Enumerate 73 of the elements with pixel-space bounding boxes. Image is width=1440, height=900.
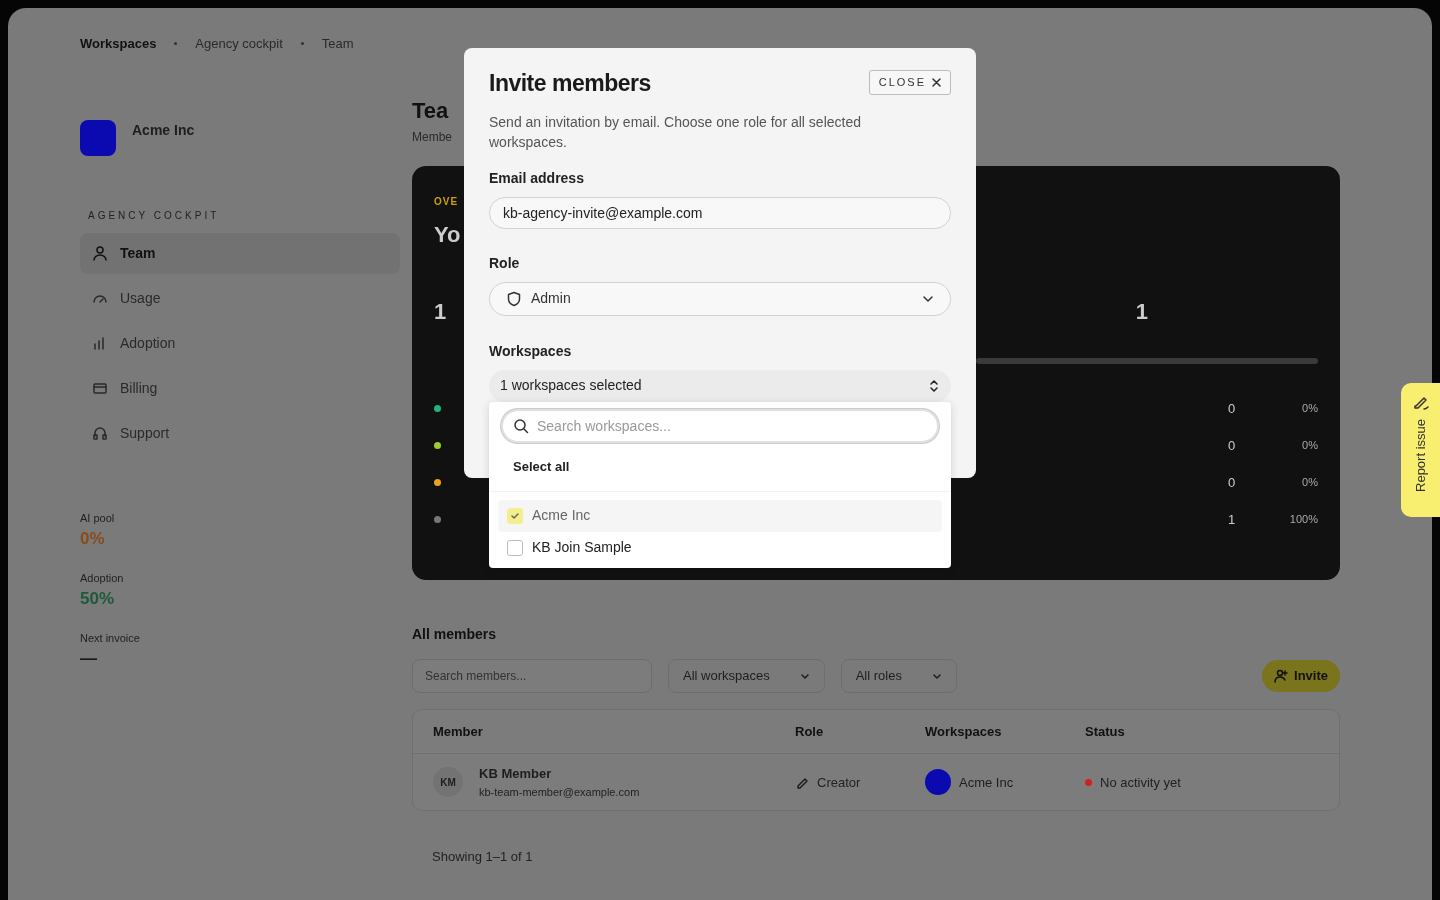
filter-dropdown[interactable]: All roles — [840, 658, 957, 693]
row-share: 100% — [1288, 512, 1318, 528]
column-header: Member — [433, 722, 484, 741]
column-header: Workspaces — [925, 722, 1003, 741]
sidebar-item[interactable]: Support — [80, 412, 400, 454]
workspace-select[interactable]: 1 workspaces selected — [489, 369, 951, 402]
email-field[interactable]: kb-agency-invite@example.com — [489, 196, 951, 229]
modal-description: Send an invitation by email. Choose one role for all selected workspaces. — [489, 112, 862, 152]
search-field[interactable]: Search members... — [412, 658, 652, 693]
card-icon — [92, 380, 108, 396]
sidebar-item[interactable]: Billing — [80, 367, 400, 409]
sort-icon — [928, 378, 940, 393]
stat-number: 1 — [1135, 297, 1148, 326]
page-subtitle: Membe — [412, 128, 452, 146]
check-icon — [510, 510, 520, 521]
org-name: Acme Inc — [132, 121, 195, 140]
page-title: Tea — [412, 97, 449, 124]
stat-label: AI pool — [80, 510, 116, 526]
filter-dropdown[interactable]: All workspaces — [668, 658, 825, 693]
workspace-name: Acme Inc — [959, 773, 1014, 792]
member-avatar: KM — [433, 767, 463, 798]
invite-button[interactable]: Invite — [1262, 660, 1340, 692]
org-avatar — [80, 119, 116, 156]
stat-value: 50% — [80, 588, 115, 610]
checkbox[interactable] — [507, 539, 523, 556]
sidebar-item[interactable]: Adoption — [80, 322, 400, 364]
workspace-option[interactable]: KB Join Sample — [498, 531, 942, 564]
stat-value: — — [80, 648, 97, 670]
sidebar-item[interactable]: Team — [80, 232, 400, 274]
row-share: 0% — [1301, 475, 1318, 491]
report-issue-button[interactable]: Report issue — [1401, 383, 1440, 517]
card-eyebrow: OVE — [434, 194, 459, 209]
section-title: All members — [412, 624, 498, 644]
member-email: kb-team-member@example.com — [479, 784, 640, 800]
person-plus-icon — [1274, 668, 1289, 683]
stat-label: Next invoice — [80, 630, 141, 646]
close-button[interactable]: CLOSE — [868, 70, 951, 95]
search-icon — [513, 418, 529, 434]
column-header: Status — [1085, 722, 1125, 741]
select-all-button[interactable]: Select all — [513, 457, 570, 477]
field-label: Email address — [489, 168, 584, 188]
row-share: 0% — [1301, 401, 1318, 417]
sidebar-item[interactable]: Usage — [80, 277, 400, 319]
card-heading: Yo — [434, 220, 462, 249]
row-count: 0 — [1228, 473, 1237, 492]
close-icon — [932, 77, 941, 87]
status-text: No activity yet — [1100, 773, 1181, 792]
field-label: Workspaces — [489, 341, 572, 361]
pencil-icon — [795, 775, 809, 790]
role-select[interactable]: Admin — [489, 281, 951, 316]
row-count: 1 — [1228, 510, 1237, 529]
stat-number: 1 — [434, 297, 447, 326]
breadcrumb-link[interactable]: Agency cockpit — [195, 34, 283, 54]
breadcrumb-link[interactable]: Team — [321, 34, 354, 54]
row-count: 0 — [1228, 436, 1237, 455]
pagination-text: Showing 1–1 of 1 — [432, 848, 534, 867]
workspace-avatar — [925, 769, 951, 796]
workspace-option[interactable]: Acme Inc — [498, 499, 942, 532]
row-share: 0% — [1301, 438, 1318, 454]
person-icon — [92, 245, 108, 261]
section-label: AGENCY COCKPIT — [88, 208, 221, 223]
role-text: Creator — [817, 773, 861, 792]
breadcrumb-link[interactable]: Workspaces — [80, 34, 157, 54]
column-header: Role — [795, 722, 825, 741]
field-label: Role — [489, 253, 520, 273]
stat-label: Adoption — [80, 570, 125, 586]
status-dot — [1085, 778, 1092, 786]
shield-icon — [506, 290, 522, 307]
modal-title: Invite members — [489, 70, 651, 98]
headset-icon — [92, 425, 108, 441]
stat-value: 0% — [80, 528, 105, 550]
row-count: 0 — [1228, 399, 1237, 418]
member-name: KB Member — [479, 765, 553, 784]
